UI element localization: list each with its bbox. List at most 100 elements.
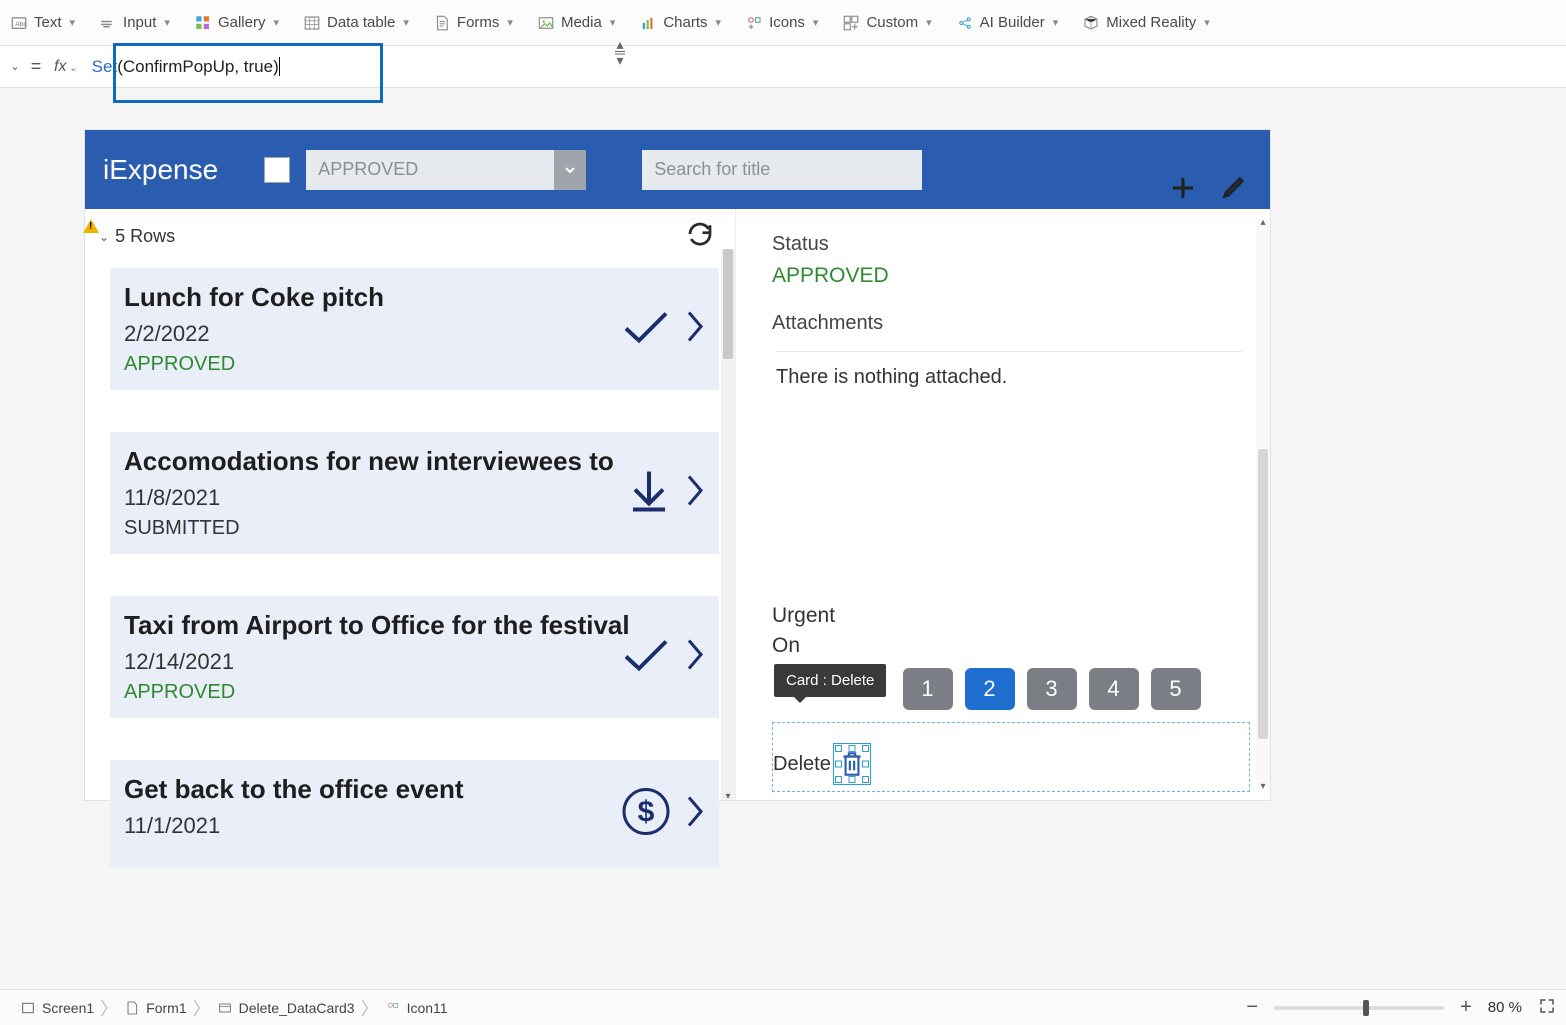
formula-fn: Set [92, 57, 118, 76]
fx-label[interactable]: fx⌄ [48, 58, 84, 76]
item-title: Accomodations for new interviewees to [124, 446, 701, 477]
scroll-down-icon[interactable]: ▾ [721, 791, 735, 802]
breadcrumb-form[interactable]: Form1 [114, 995, 196, 1021]
app-title: iExpense [103, 154, 218, 186]
item-date: 2/2/2022 [124, 321, 701, 347]
breadcrumb-icon[interactable]: Icon11 [375, 995, 458, 1021]
ribbon-custom[interactable]: Custom▾ [842, 14, 931, 32]
refresh-icon[interactable] [685, 219, 715, 254]
ribbon-forms-label: Forms [457, 14, 500, 31]
ribbon-datatable-label: Data table [327, 14, 395, 31]
status-value: APPROVED [772, 264, 1242, 288]
property-dropdown[interactable]: ⌄ [6, 60, 24, 73]
scroll-up-icon[interactable]: ▴ [1256, 217, 1270, 228]
breadcrumb-screen[interactable]: Screen1 [10, 995, 104, 1021]
zoom-out-button[interactable]: − [1246, 996, 1258, 1019]
ribbon-custom-label: Custom [866, 14, 918, 31]
ribbon-icons-label: Icons [769, 14, 805, 31]
formula-args: (ConfirmPopUp, true) [117, 57, 279, 76]
card-tooltip: Card : Delete [774, 664, 886, 697]
ribbon-icons[interactable]: Icons▾ [745, 14, 818, 32]
download-icon[interactable] [627, 468, 671, 519]
edit-icon[interactable] [1220, 173, 1248, 208]
scroll-thumb[interactable] [723, 249, 733, 359]
trash-icon-selected[interactable] [839, 749, 865, 779]
zoom-in-button[interactable]: + [1460, 996, 1472, 1019]
ribbon-media-label: Media [561, 14, 602, 31]
rows-header: ⌄ 5 Rows [85, 209, 735, 258]
chevron-right-icon[interactable] [685, 473, 705, 514]
expense-list: Lunch for Coke pitch 2/2/2022 APPROVED A… [85, 268, 735, 868]
ribbon-gallery[interactable]: Gallery▾ [194, 14, 279, 32]
zoom-unit: % [1509, 999, 1522, 1016]
list-item[interactable]: Accomodations for new interviewees to 11… [110, 432, 719, 554]
add-icon[interactable] [1168, 173, 1198, 208]
item-status: APPROVED [124, 681, 701, 704]
list-item[interactable]: Get back to the office event 11/1/2021 $ [110, 760, 719, 868]
status-bar: Screen1 〉 Form1 〉 Delete_DataCard3 〉 Ico… [0, 989, 1566, 1025]
check-icon[interactable] [621, 637, 671, 678]
check-icon[interactable] [621, 309, 671, 350]
breadcrumb-label: Form1 [146, 1000, 186, 1016]
svg-text:$: $ [638, 796, 655, 829]
ribbon-input[interactable]: Input▾ [99, 14, 170, 32]
warning-icon [83, 219, 99, 233]
list-item[interactable]: Lunch for Coke pitch 2/2/2022 APPROVED [110, 268, 719, 390]
rows-count: 5 Rows [115, 226, 175, 247]
delete-datacard[interactable]: Delete [772, 722, 1250, 792]
list-panel: ⌄ 5 Rows Lunch for Coke pitch 2/2/2022 A… [85, 209, 735, 800]
formula-resize-handle[interactable]: ▴═▾ [615, 40, 625, 64]
expand-chevron[interactable]: ⌄ [99, 230, 109, 244]
list-scrollbar[interactable]: ▴ ▾ [721, 249, 735, 800]
status-label: Status [772, 233, 1242, 256]
attachments-empty: There is nothing attached. [776, 351, 1242, 389]
ribbon-text-label: Text [34, 14, 62, 31]
status-filter-select[interactable]: APPROVED [306, 150, 586, 190]
item-date: 11/1/2021 [124, 813, 701, 839]
level-button-4[interactable]: 4 [1089, 668, 1139, 710]
scroll-down-icon[interactable]: ▾ [1256, 781, 1270, 792]
chevron-right-icon[interactable] [685, 637, 705, 678]
app-canvas: iExpense APPROVED ⌄ 5 Rows Lun [85, 130, 1270, 800]
urgent-value: On [772, 634, 1250, 658]
item-title: Get back to the office event [124, 774, 701, 805]
item-status: APPROVED [124, 353, 701, 376]
ribbon-text[interactable]: Abc Text▾ [10, 14, 75, 32]
zoom-slider[interactable] [1274, 1006, 1444, 1010]
ribbon-media[interactable]: Media▾ [537, 14, 615, 32]
item-title: Lunch for Coke pitch [124, 282, 701, 313]
item-status: SUBMITTED [124, 517, 701, 540]
filter-checkbox[interactable] [264, 157, 290, 183]
breadcrumb-label: Icon11 [407, 1000, 448, 1016]
chevron-right-icon[interactable] [685, 309, 705, 350]
zoom-thumb[interactable] [1363, 1000, 1369, 1016]
item-title: Taxi from Airport to Office for the fest… [124, 610, 701, 641]
ribbon-datatable[interactable]: Data table▾ [303, 14, 409, 32]
ribbon-charts[interactable]: Charts▾ [639, 14, 721, 32]
attachments-label: Attachments [772, 312, 1242, 335]
equals-sign: = [24, 56, 48, 77]
ribbon-mixedreality[interactable]: Mixed Reality▾ [1082, 14, 1210, 32]
level-button-5[interactable]: 5 [1151, 668, 1201, 710]
zoom-value: 80 [1488, 999, 1505, 1016]
fullscreen-icon[interactable] [1538, 997, 1556, 1018]
ribbon-mixedreality-label: Mixed Reality [1106, 14, 1196, 31]
chevron-down-icon [554, 150, 586, 190]
dollar-icon[interactable]: $ [621, 787, 671, 842]
ribbon-forms[interactable]: Forms▾ [433, 14, 513, 32]
formula-input[interactable]: Set(ConfirmPopUp, true) [84, 53, 1560, 81]
detail-scrollbar[interactable]: ▴ ▾ [1256, 219, 1270, 790]
scroll-thumb[interactable] [1258, 449, 1268, 739]
breadcrumb-label: Screen1 [42, 1000, 94, 1016]
ribbon-aibuilder[interactable]: AI Builder▾ [956, 14, 1059, 32]
level-button-3[interactable]: 3 [1027, 668, 1077, 710]
list-item[interactable]: Taxi from Airport to Office for the fest… [110, 596, 719, 718]
breadcrumb-datacard[interactable]: Delete_DataCard3 [207, 995, 365, 1021]
level-button-2[interactable]: 2 [965, 668, 1015, 710]
level-button-1[interactable]: 1 [903, 668, 953, 710]
detail-panel: Status APPROVED Attachments There is not… [735, 209, 1270, 800]
chevron-right-icon[interactable] [685, 794, 705, 835]
delete-label: Delete [773, 753, 831, 776]
status-filter-value: APPROVED [318, 159, 418, 180]
search-input[interactable] [642, 150, 922, 190]
